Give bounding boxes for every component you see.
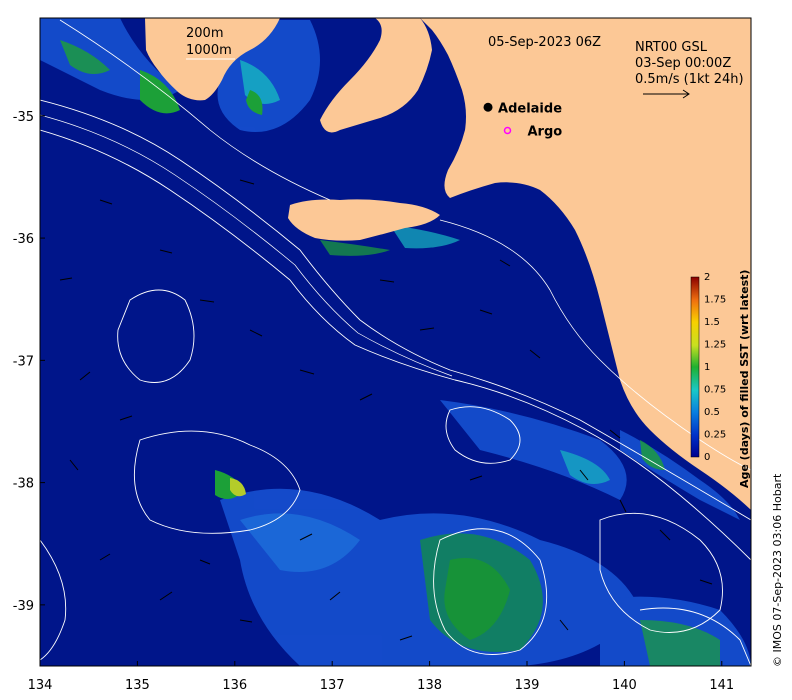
credit-label: © IMOS 07-Sep-2023 03:06 Hobart [771, 473, 784, 667]
colorbar-tick-label: 1.25 [704, 340, 726, 351]
y-tick-label: -35 [13, 110, 34, 125]
colorbar-tick-label: 1.75 [704, 295, 726, 306]
x-tick-label: 140 [612, 678, 637, 693]
y-tick-label: -39 [13, 599, 34, 614]
current-source-line-2: 03-Sep 00:00Z [635, 56, 731, 71]
y-tick-label: -38 [13, 477, 34, 492]
x-tick-label: 136 [222, 678, 247, 693]
current-source-line-3: 0.5m/s (1kt 24h) [635, 72, 744, 87]
x-tick-label: 134 [28, 678, 53, 693]
date-label: 05-Sep-2023 06Z [488, 35, 601, 50]
colorbar-tick-label: 1 [704, 362, 710, 373]
argo-label: Argo [528, 124, 563, 139]
current-source-line-1: NRT00 GSL [635, 40, 708, 55]
colorbar-gradient [690, 276, 700, 458]
x-tick-label: 135 [125, 678, 150, 693]
colorbar-tick-label: 1.5 [704, 317, 720, 328]
sst-age-map-figure: 05-Sep-2023 06Z 200m 1000m NRT00 GSL 03-… [13, 17, 784, 693]
depth-label-1000m: 1000m [186, 43, 232, 58]
adelaide-marker [483, 102, 493, 112]
x-tick-label: 137 [320, 678, 345, 693]
colorbar-tick-label: 0.5 [704, 407, 720, 418]
x-tick-label: 139 [515, 678, 540, 693]
colorbar-tick-label: 0.75 [704, 385, 726, 396]
colorbar-tick-label: 0.25 [704, 430, 726, 441]
map-plot-area [40, 18, 751, 666]
colorbar-label: Age (days) of filled SST (wrt latest) [738, 270, 751, 488]
y-tick-label: -36 [13, 232, 34, 247]
y-tick-label: -37 [13, 354, 34, 369]
x-tick-label: 138 [417, 678, 442, 693]
colorbar-tick-label: 2 [704, 272, 710, 283]
adelaide-label: Adelaide [498, 101, 562, 116]
colorbar-tick-label: 0 [704, 452, 710, 463]
x-tick-label: 141 [709, 678, 734, 693]
depth-label-200m: 200m [186, 26, 223, 41]
